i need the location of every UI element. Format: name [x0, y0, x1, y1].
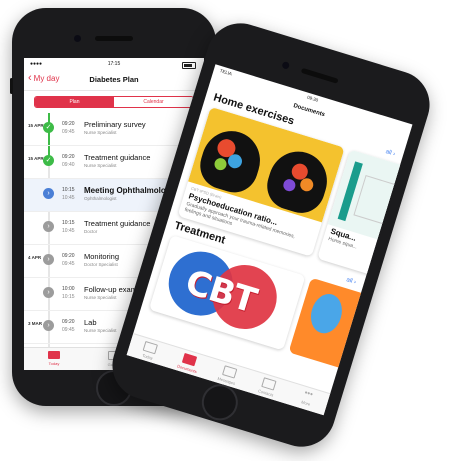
navigation-bar: ‹ My day Diabetes Plan: [24, 70, 204, 91]
contacts-icon: [260, 377, 277, 391]
pending-step-icon: ›: [43, 287, 54, 298]
battery-icon: [182, 62, 196, 69]
see-all-label: all: [345, 277, 354, 285]
event-start: 09:20: [62, 154, 75, 160]
event-title: Lab: [84, 318, 97, 327]
illustration-shape: [306, 290, 347, 338]
see-all-link[interactable]: all ›: [385, 149, 396, 158]
event-day: 3 MAR: [28, 321, 43, 326]
event-subtitle: Nurse Specialist: [84, 328, 117, 333]
event-start: 09:20: [62, 121, 75, 127]
event-end: 10:45: [62, 195, 75, 201]
see-all-label: all: [384, 149, 393, 157]
segment-calendar[interactable]: Calendar: [114, 97, 193, 107]
event-subtitle: Doctor Specialist: [84, 262, 118, 267]
pending-step-icon: ›: [43, 320, 54, 331]
tab-today[interactable]: Today: [24, 348, 84, 370]
documents-icon: [182, 353, 198, 367]
event-subtitle: Ophthalmologist: [84, 196, 117, 201]
event-start: 09:20: [62, 253, 75, 259]
pending-step-icon: ›: [43, 221, 54, 232]
event-title: Monitoring: [84, 252, 120, 261]
tab-contacts[interactable]: Contacts: [245, 370, 291, 403]
event-day: 15 APR: [28, 123, 44, 128]
timeline-event[interactable]: 15 APR ✓ 09:20 09:45 Preliminary survey …: [24, 113, 204, 146]
frame-icon: [353, 175, 397, 225]
message-icon: [221, 365, 237, 379]
earpiece-speaker: [95, 36, 133, 41]
status-time: 09:30: [306, 94, 319, 103]
pending-step-icon: ›: [43, 254, 54, 265]
calendar-icon: [142, 340, 159, 355]
event-day: 4 APR: [28, 255, 42, 260]
signal-icon: ●●●●: [30, 61, 43, 67]
segment-plan[interactable]: Plan: [35, 97, 114, 107]
event-day: 15 APR: [28, 156, 44, 161]
calendar-icon: [48, 351, 60, 359]
front-camera: [74, 35, 81, 42]
mute-switch: [10, 78, 13, 94]
event-subtitle: Nurse Specialist: [84, 295, 117, 300]
checkmark-icon: ✓: [43, 155, 54, 166]
event-title: Treatment guidance: [84, 219, 151, 228]
status-time: 17:15: [107, 61, 121, 67]
event-subtitle: Nurse Specialist: [84, 163, 117, 168]
event-start: 10:00: [62, 286, 75, 292]
tab-more[interactable]: ••• More: [284, 382, 330, 415]
earpiece-speaker: [300, 67, 339, 84]
current-step-icon: ›: [43, 188, 54, 199]
status-bar: ●●●● 17:15: [24, 58, 204, 70]
event-start: 10:15: [62, 187, 75, 193]
event-end: 10:45: [62, 228, 75, 234]
more-icon: •••: [303, 387, 315, 399]
segmented-control: Plan Calendar: [34, 96, 194, 108]
event-end: 09:45: [62, 261, 75, 267]
checkmark-icon: ✓: [43, 122, 54, 133]
tab-label: Today: [48, 361, 60, 366]
event-end: 10:15: [62, 294, 75, 300]
event-subtitle: Doctor: [84, 229, 98, 234]
see-all-link[interactable]: all ›: [346, 277, 357, 286]
event-end: 09:40: [62, 162, 75, 168]
front-camera: [281, 61, 291, 70]
event-start: 10:15: [62, 220, 75, 226]
tab-today[interactable]: Today: [127, 334, 173, 367]
event-title: Preliminary survey: [84, 120, 146, 129]
event-subtitle: Nurse Specialist: [84, 130, 117, 135]
tab-documents[interactable]: Documents: [166, 346, 212, 379]
event-start: 09:20: [62, 319, 75, 325]
event-end: 09:45: [62, 129, 75, 135]
event-title: Treatment guidance: [84, 153, 151, 162]
page-title: Diabetes Plan: [89, 75, 139, 84]
event-end: 09:45: [62, 327, 75, 333]
